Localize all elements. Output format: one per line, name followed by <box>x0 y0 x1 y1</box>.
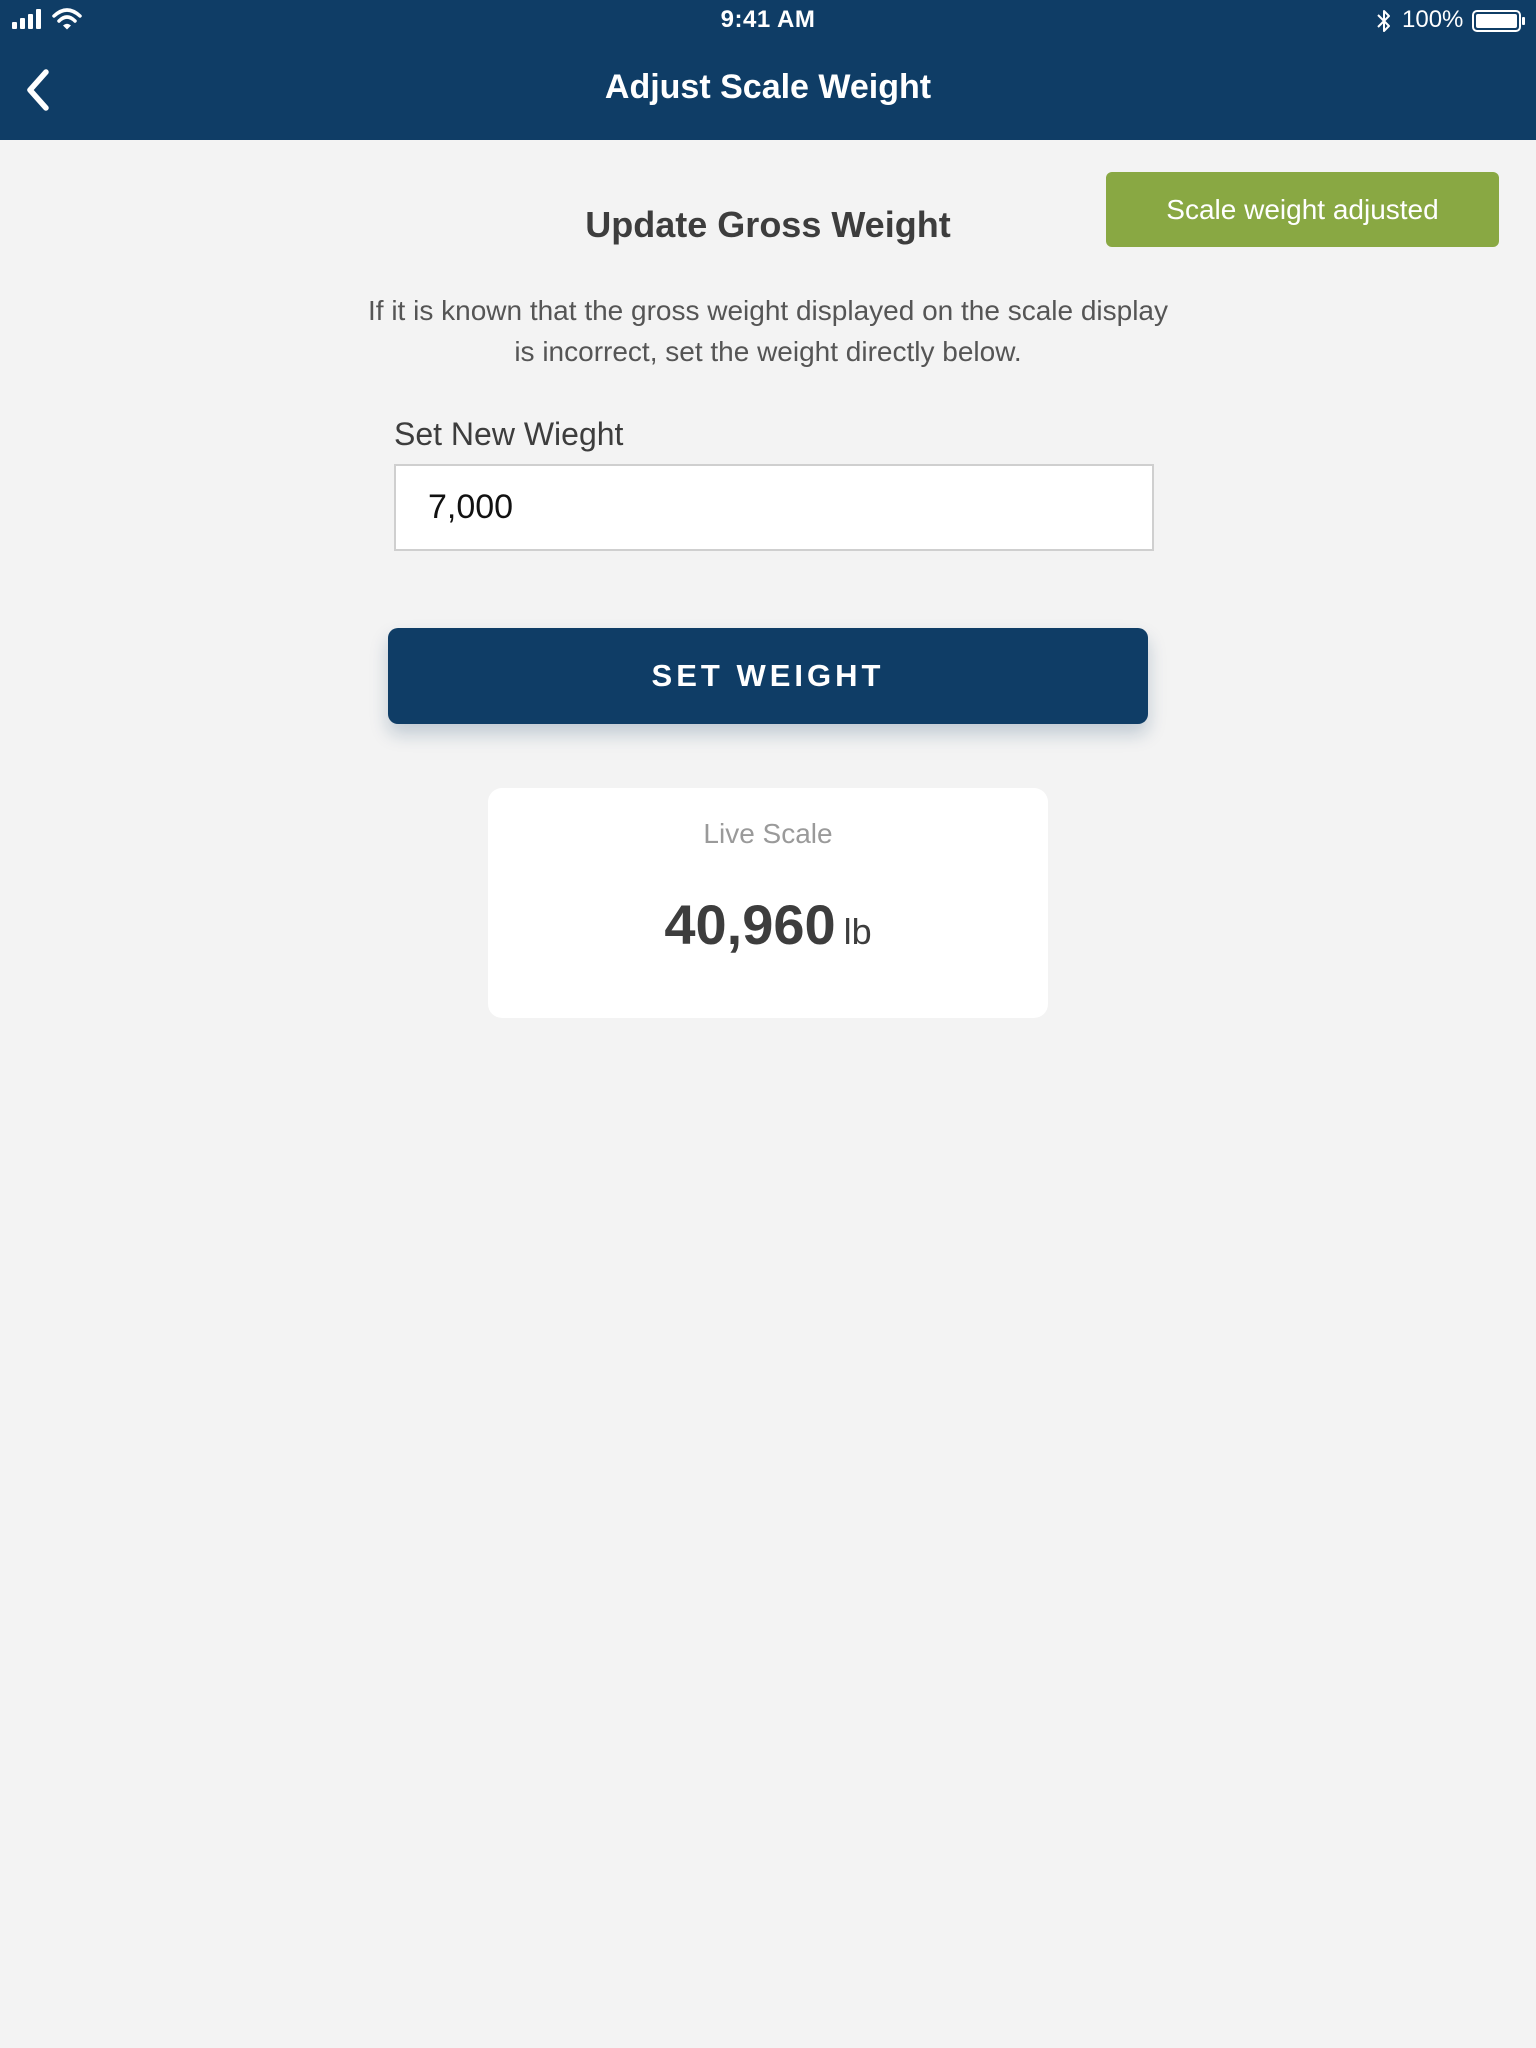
page-title: Adjust Scale Weight <box>604 68 932 106</box>
top-bar: 9:41 AM 100% Adjust Scale Weight <box>0 0 1536 140</box>
nav-bar: Adjust Scale Weight <box>0 42 1536 140</box>
status-time: 9:41 AM <box>720 6 816 33</box>
live-scale-unit: lb <box>843 911 872 952</box>
live-scale-label: Live Scale <box>703 818 833 849</box>
set-weight-button[interactable]: SET WEIGHT <box>388 628 1148 724</box>
status-bar: 9:41 AM 100% <box>0 0 1536 42</box>
bluetooth-icon <box>1377 10 1390 32</box>
new-weight-input[interactable] <box>394 464 1154 551</box>
battery-percent: 100% <box>1402 6 1464 33</box>
section-title: Update Gross Weight <box>585 204 951 245</box>
description-text: If it is known that the gross weight dis… <box>368 295 1168 367</box>
battery-icon <box>1472 10 1525 32</box>
live-scale-reading: 40,960 lb <box>488 892 1048 957</box>
live-scale-card: Live Scale 40,960 lb <box>488 788 1048 1018</box>
live-scale-value: 40,960 <box>664 893 836 956</box>
new-weight-label: Set New Wieght <box>394 416 624 452</box>
